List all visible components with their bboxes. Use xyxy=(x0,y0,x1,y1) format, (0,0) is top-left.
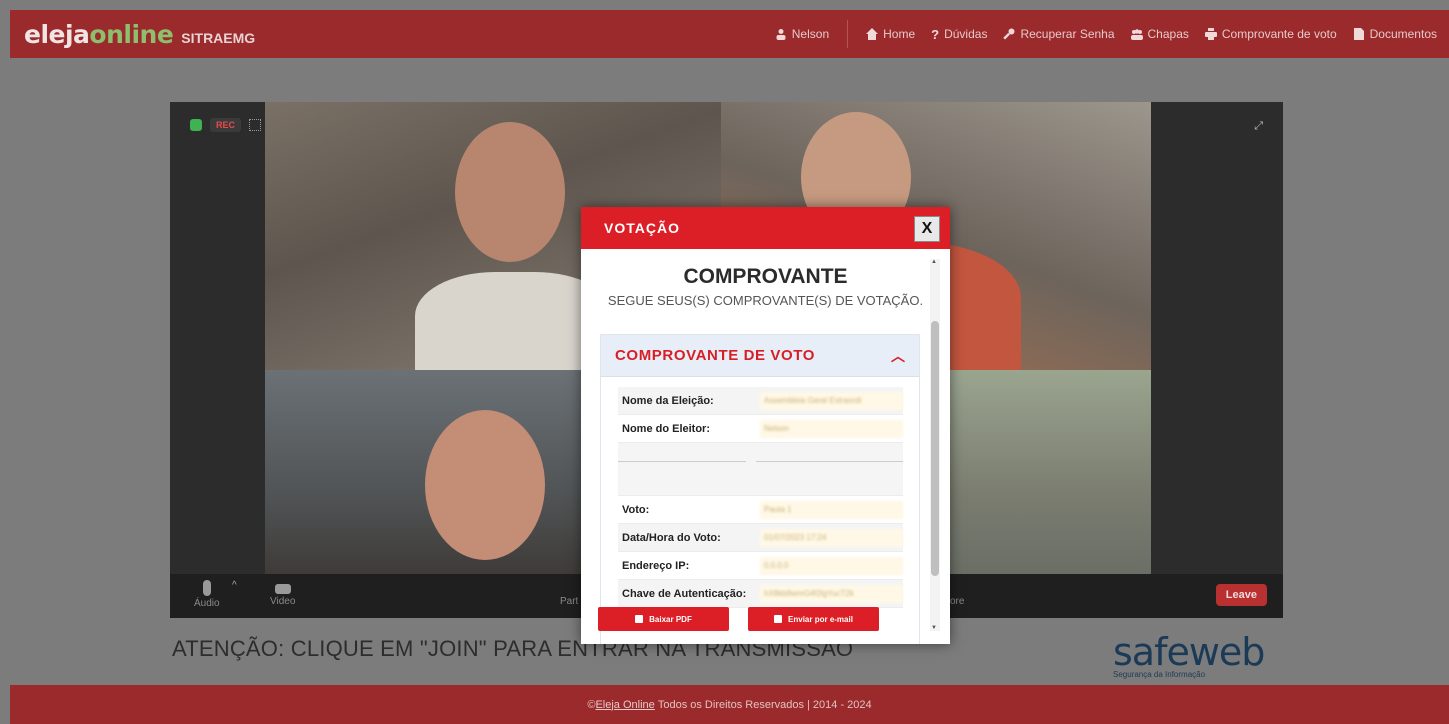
table-row: Chave de Autenticação: hX8kb9wmG4f2lgYuc… xyxy=(618,580,903,608)
more-label: ore xyxy=(950,596,965,607)
row-label: Chave de Autenticação: xyxy=(622,587,747,600)
table-row: Endereço IP: 0.0.0.0 xyxy=(618,552,903,580)
nav-documentos[interactable]: Documentos xyxy=(1345,27,1449,41)
footer-text: Todos os Direitos Reservados | 2014 - 20… xyxy=(657,698,872,711)
audio-options-chevron[interactable]: ^ xyxy=(232,580,237,591)
table-row-empty xyxy=(618,443,903,496)
scroll-up-arrow[interactable]: ▲ xyxy=(931,259,937,265)
safeweb-logo: safeweb Segurança da Informação xyxy=(1113,630,1265,679)
eleja-online-logo[interactable]: elejaonline xyxy=(24,20,174,49)
row-label: Nome do Eleitor: xyxy=(622,422,711,435)
receipt-actions: Baixar PDF Enviar por e-mail xyxy=(598,607,879,631)
more-button[interactable]: ore xyxy=(950,596,964,607)
leave-button[interactable]: Leave xyxy=(1215,584,1267,606)
brand[interactable]: elejaonline SITRAEMG xyxy=(24,20,255,49)
rec-badge: REC xyxy=(210,118,242,132)
shield-icon xyxy=(190,119,202,131)
nav-comprovante-label: Comprovante de voto xyxy=(1221,27,1337,41)
nav-duvidas-label: Dúvidas xyxy=(944,27,988,41)
audio-label: Áudio xyxy=(194,598,220,609)
grid-view-icon[interactable] xyxy=(249,119,262,131)
top-navbar: elejaonline SITRAEMG Nelson Home ? Dúvid… xyxy=(10,10,1449,58)
close-button[interactable]: X xyxy=(914,216,940,242)
microphone-icon xyxy=(202,580,211,596)
nav-user-label: Nelson xyxy=(791,27,830,41)
row-label: Nome da Eleição: xyxy=(622,394,714,407)
modal-scrollbar[interactable]: ▲ ▼ xyxy=(930,259,940,631)
document-icon xyxy=(1353,28,1364,40)
nav-recuperar-senha-label: Recuperar Senha xyxy=(1020,27,1115,41)
receipt-accordion: COMPROVANTE DE VOTO ︿ Nome da Eleição: A… xyxy=(600,334,920,644)
modal-body[interactable]: COMPROVANTE SEGUE SEUS(S) COMPROVANTE(S)… xyxy=(581,249,950,644)
nav-chapas-label: Chapas xyxy=(1147,27,1189,41)
camera-off-icon xyxy=(274,584,291,594)
video-label: Video xyxy=(270,596,296,607)
download-pdf-label: Baixar PDF xyxy=(649,614,692,624)
nav-duvidas[interactable]: ? Dúvidas xyxy=(923,27,995,42)
nav-documentos-label: Documentos xyxy=(1369,27,1437,41)
empty-cell xyxy=(756,447,903,462)
video-button[interactable]: Video xyxy=(270,580,295,607)
row-value: hX8kb9wmG4f2lgYucT2k xyxy=(760,584,903,603)
nav-menu: Nelson Home ? Dúvidas Recuperar Senha Ch… xyxy=(767,10,1449,58)
nav-chapas[interactable]: Chapas xyxy=(1123,27,1197,41)
download-pdf-button[interactable]: Baixar PDF xyxy=(598,607,729,631)
receipt-subheading: SEGUE SEUS(S) COMPROVANTE(S) DE VOTAÇÃO. xyxy=(607,293,924,308)
nav-comprovante[interactable]: Comprovante de voto xyxy=(1197,27,1345,41)
receipt-table: Nome da Eleição: Assembleia Geral Extrao… xyxy=(618,387,903,608)
row-label: Voto: xyxy=(622,503,650,516)
accordion-header[interactable]: COMPROVANTE DE VOTO ︿ xyxy=(601,335,919,377)
row-value: 01/07/2023 17:24 xyxy=(760,528,903,547)
key-icon xyxy=(1003,28,1015,40)
chevron-up-icon: ︿ xyxy=(891,347,905,364)
table-row: Nome da Eleição: Assembleia Geral Extrao… xyxy=(618,387,903,415)
nav-recuperar-senha[interactable]: Recuperar Senha xyxy=(995,27,1122,41)
voting-modal: VOTAÇÃO X COMPROVANTE SEGUE SEUS(S) COMP… xyxy=(581,207,950,644)
expand-icon[interactable]: ⤢ xyxy=(1254,120,1263,133)
row-label: Endereço IP: xyxy=(622,559,690,572)
receipt-heading: COMPROVANTE xyxy=(683,265,848,288)
nav-user[interactable]: Nelson xyxy=(767,27,837,41)
nav-home-label: Home xyxy=(883,27,916,41)
envelope-icon xyxy=(774,615,783,623)
video-status-bar: REC xyxy=(190,118,262,132)
send-email-button[interactable]: Enviar por e-mail xyxy=(748,607,879,631)
nav-divider xyxy=(847,20,849,48)
modal-header: VOTAÇÃO X xyxy=(581,207,950,249)
scroll-down-arrow[interactable]: ▼ xyxy=(931,625,937,631)
table-row: Voto: Pauta 1 xyxy=(618,496,903,524)
row-value: 0.0.0.0 xyxy=(760,556,903,575)
safeweb-wordmark: safeweb xyxy=(1113,630,1265,674)
printer-icon xyxy=(1204,28,1217,40)
row-label: Data/Hora do Voto: xyxy=(622,531,721,544)
empty-cell xyxy=(618,447,746,462)
users-icon xyxy=(1130,29,1143,40)
audio-button[interactable]: Áudio xyxy=(194,580,220,609)
send-email-label: Enviar por e-mail xyxy=(788,614,853,624)
row-value: Assembleia Geral Extraordi xyxy=(760,391,903,410)
user-icon xyxy=(776,29,786,40)
modal-title: VOTAÇÃO xyxy=(604,220,680,236)
copyright-symbol: © xyxy=(587,698,596,711)
participants-button[interactable]: Part xyxy=(560,596,578,607)
org-name: SITRAEMG xyxy=(181,29,256,46)
footer-link[interactable]: Eleja Online xyxy=(595,699,654,711)
footer: © Eleja Online Todos os Direitos Reservad… xyxy=(10,685,1449,724)
home-icon xyxy=(866,28,879,40)
row-value: Nelson xyxy=(760,419,903,438)
nav-home[interactable]: Home xyxy=(858,27,923,41)
participants-label: Part xyxy=(560,596,579,607)
scrollbar-thumb[interactable] xyxy=(931,321,939,576)
table-row: Nome do Eleitor: Nelson xyxy=(618,415,903,443)
question-icon: ? xyxy=(931,26,940,42)
table-row: Data/Hora do Voto: 01/07/2023 17:24 xyxy=(618,524,903,552)
row-value: Pauta 1 xyxy=(760,500,903,519)
accordion-title: COMPROVANTE DE VOTO xyxy=(615,347,816,364)
printer-icon xyxy=(635,615,644,623)
